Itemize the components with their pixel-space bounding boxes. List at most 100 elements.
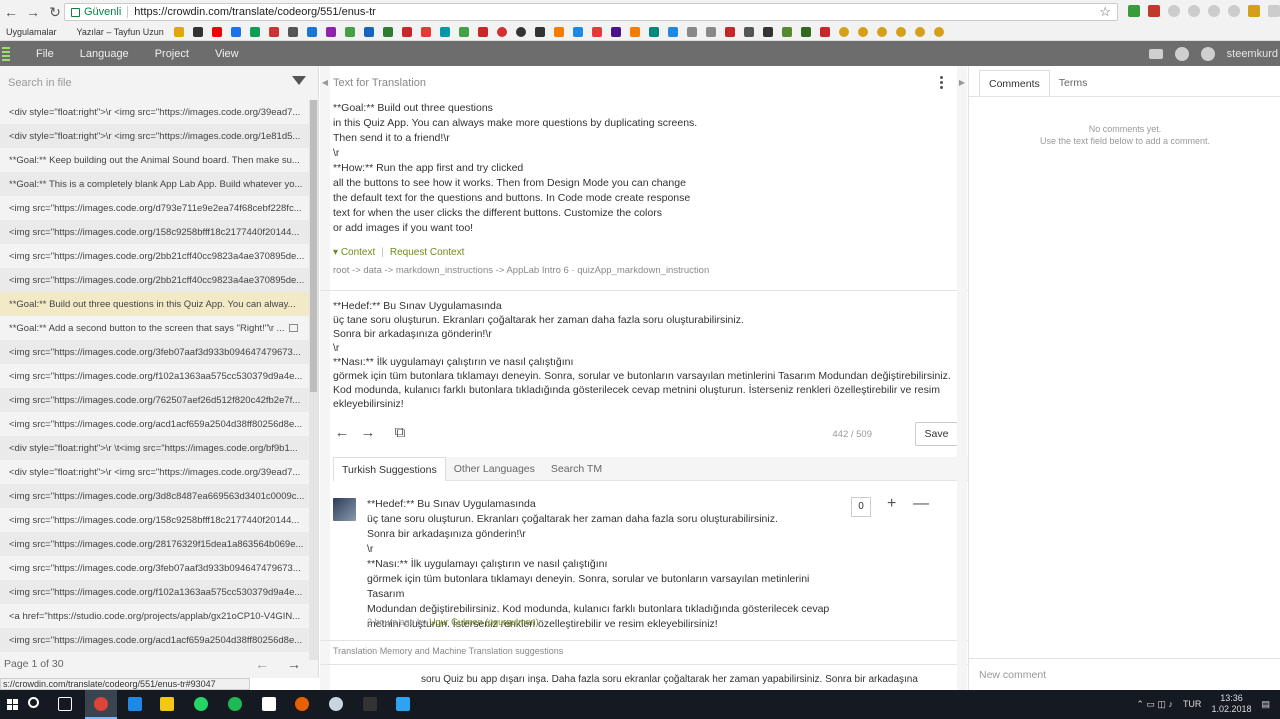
list-item[interactable]: <img src="https://images.code.org/3d8c84… [0,484,310,508]
bookmark-icon[interactable] [933,27,944,37]
app-icon[interactable] [262,697,276,711]
bookmark-icon[interactable] [268,27,279,37]
bookmark-star-icon[interactable]: ☆ [1099,4,1111,20]
list-item[interactable]: <div style="float:right">\r \t<img src="… [0,436,310,460]
bookmark-icon[interactable] [895,27,906,37]
bookmark-icon[interactable] [401,27,412,37]
translation-textarea[interactable]: **Hedef:** Bu Sınav Uygulamasında üç tan… [333,299,958,411]
apps-bookmark[interactable]: Uygulamalar [6,27,57,37]
bookmark-icon[interactable] [667,27,678,37]
brave-icon[interactable] [295,697,309,711]
strings-scrollbar[interactable] [309,100,318,660]
bookmark-icon[interactable] [420,27,431,37]
back-icon[interactable]: ← [0,4,22,20]
menu-project[interactable]: Project [155,48,189,60]
vote-down-icon[interactable]: — [913,495,929,513]
whatsapp-icon[interactable] [194,697,208,711]
bookmark-icon[interactable] [344,27,355,37]
list-item[interactable]: <img src="https://images.code.org/d793e7… [0,196,310,220]
app-icon[interactable] [396,697,410,711]
reload-icon[interactable]: ↻ [44,4,66,21]
extension-icon[interactable] [1188,5,1200,17]
list-item[interactable]: <div style="float:right">\r <img src="ht… [0,100,310,124]
list-item[interactable]: <img src="https://images.code.org/3feb07… [0,340,310,364]
bookmark-icon[interactable] [496,27,507,37]
list-item[interactable]: <img src="https://images.code.org/2bb21c… [0,268,310,292]
bookmark-icon[interactable] [325,27,336,37]
bookmark-icon[interactable] [477,27,488,37]
tm-suggestion[interactable]: soru Quiz bu app dışarı inşa. Daha fazla… [333,674,918,685]
list-item[interactable]: <img src="https://images.code.org/acd1ac… [0,412,310,436]
bookmark-icon[interactable] [211,27,222,37]
list-item[interactable]: <div style="float:right">\r <img src="ht… [0,460,310,484]
bookmark-icon[interactable] [705,27,716,37]
menu-file[interactable]: File [36,48,54,60]
windows-start-icon[interactable] [7,699,18,710]
bookmark-icon[interactable] [572,27,583,37]
vote-up-icon[interactable]: + [887,495,896,513]
file-explorer-icon[interactable] [160,697,174,711]
extension-icon[interactable] [1168,5,1180,17]
bookmark-icon[interactable] [876,27,887,37]
more-options-icon[interactable] [940,76,944,89]
request-context-link[interactable]: Request Context [390,247,465,258]
next-page-icon[interactable]: → [287,656,301,672]
bookmark-icon[interactable] [686,27,697,37]
copy-source-icon[interactable]: ⧉ [391,424,409,442]
bookmark-icon[interactable] [287,27,298,37]
edge-icon[interactable] [128,697,142,711]
filter-icon[interactable] [292,76,306,85]
list-item[interactable]: <a href="https://studio.code.org/project… [0,604,310,628]
bookmark-icon[interactable] [515,27,526,37]
help-icon[interactable] [1200,46,1215,61]
bookmark-icon[interactable] [819,27,830,37]
new-comment-input[interactable]: New comment [969,658,1280,690]
bookmark-icon[interactable] [591,27,602,37]
tray-icons[interactable]: ⌃ ▭ ◫ ♪ [1136,699,1173,710]
list-item[interactable]: <div style="float:right">\r <img src="ht… [0,124,310,148]
list-item[interactable]: **Goal:** Keep building out the Animal S… [0,148,310,172]
extension-icon[interactable] [1148,5,1160,17]
extension-icon[interactable] [1128,5,1140,17]
bookmark-icon[interactable] [781,27,792,37]
clock[interactable]: 13:36 1.02.2018 [1211,693,1251,715]
menu-language[interactable]: Language [80,48,129,60]
bookmark-icon[interactable] [914,27,925,37]
bookmark-icon[interactable] [762,27,773,37]
extension-icon[interactable] [1208,5,1220,17]
bookmark-icon[interactable] [724,27,735,37]
chrome-icon[interactable] [94,697,108,711]
app-icon[interactable] [363,697,377,711]
list-item[interactable]: <img src="https://images.code.org/158c92… [0,508,310,532]
save-button[interactable]: Save [915,422,958,446]
forward-icon[interactable]: → [22,4,44,20]
previous-string-icon[interactable]: ← [333,424,351,442]
bookmark-icon[interactable] [173,27,184,37]
bookmark-icon[interactable] [192,27,203,37]
bookmark-icon[interactable] [306,27,317,37]
bookmark-icon[interactable] [610,27,621,37]
context-toggle[interactable]: ▾ Context [333,247,375,258]
bookmark-icon[interactable] [743,27,754,37]
list-item[interactable]: <img src="https://images.code.org/281763… [0,532,310,556]
collapse-left-icon[interactable]: ◀ [320,66,330,690]
next-string-icon[interactable]: → [359,424,377,442]
list-item[interactable]: <img src="https://images.code.org/158c92… [0,220,310,244]
extension-icon[interactable] [1268,5,1280,17]
bookmark-icon[interactable] [629,27,640,37]
list-item[interactable]: <img src="https://images.code.org/f102a1… [0,364,310,388]
tab-other-languages[interactable]: Other Languages [446,457,543,481]
bookmark-icon[interactable] [553,27,564,37]
notifications-icon[interactable]: ▤ [1261,699,1270,710]
bookmark-icon[interactable] [249,27,260,37]
bookmark-icon[interactable] [838,27,849,37]
keyboard-icon[interactable] [1148,48,1163,59]
scrollbar-thumb[interactable] [310,100,317,392]
menu-view[interactable]: View [215,48,239,60]
tab-turkish-suggestions[interactable]: Turkish Suggestions [333,457,446,481]
list-item[interactable]: <img src="https://images.code.org/3feb07… [0,556,310,580]
list-item[interactable]: <img src="https://images.code.org/2bb21c… [0,244,310,268]
list-item-selected[interactable]: **Goal:** Build out three questions in t… [0,292,310,316]
extension-icon[interactable] [1228,5,1240,17]
search-icon[interactable] [28,697,39,708]
